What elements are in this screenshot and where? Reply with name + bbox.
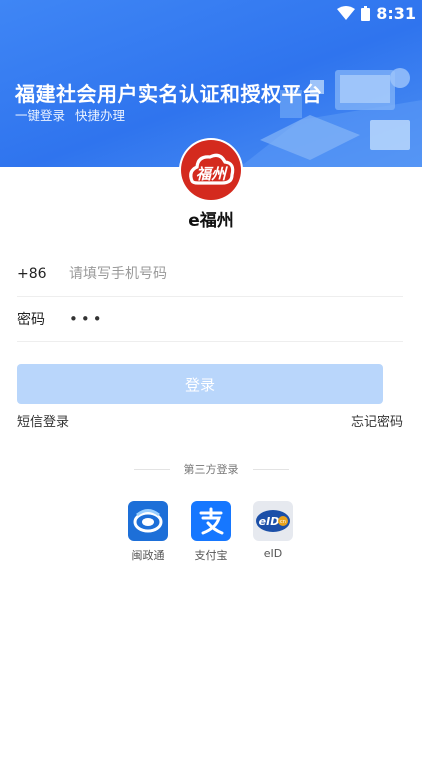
country-code[interactable]: +86	[17, 266, 69, 282]
header-subtitle: 一键登录 快捷办理	[15, 105, 125, 124]
login-button[interactable]: 登录	[17, 364, 383, 404]
eid-login[interactable]: eID cn eID	[247, 501, 299, 560]
divider-line-right	[252, 468, 289, 470]
phone-row: +86	[17, 252, 403, 297]
header-illustration	[240, 68, 422, 167]
third-party-title: 第三方登录	[183, 463, 239, 476]
page-title: 福建社会用户实名认证和授权平台	[15, 82, 323, 106]
minzhengtong-login[interactable]: 闽政通	[122, 501, 174, 563]
eid-icon[interactable]: eID cn	[253, 501, 293, 541]
efuzhou-logo-icon: 福州	[179, 138, 243, 202]
password-row: 密码 •••	[17, 297, 403, 342]
sms-login-link[interactable]: 短信登录	[17, 411, 69, 430]
minzhengtong-icon[interactable]	[128, 501, 168, 541]
divider-line-left	[133, 468, 170, 470]
app-logo: 福州	[178, 137, 244, 203]
password-input[interactable]: •••	[69, 310, 105, 328]
svg-text:福州: 福州	[196, 165, 228, 183]
subtitle-one-click: 一键登录	[15, 108, 66, 123]
minzhengtong-label: 闽政通	[131, 549, 165, 562]
status-time: 8:31	[376, 3, 416, 23]
phone-input[interactable]	[69, 266, 403, 282]
battery-icon	[361, 5, 371, 21]
wifi-icon	[337, 6, 356, 20]
svg-text:cn: cn	[280, 519, 286, 525]
eid-label: eID	[263, 547, 283, 560]
alipay-label: 支付宝	[194, 549, 228, 562]
svg-text:eID: eID	[259, 515, 280, 528]
app-name: e福州	[188, 211, 234, 231]
third-party-divider: 第三方登录	[0, 461, 422, 477]
status-bar: 8:31	[337, 2, 416, 24]
subtitle-quick: 快捷办理	[75, 108, 126, 123]
alipay-login[interactable]: 支付宝	[185, 501, 237, 563]
alipay-icon[interactable]	[191, 501, 231, 541]
password-label: 密码	[17, 312, 45, 328]
forgot-password-link[interactable]: 忘记密码	[351, 411, 403, 430]
